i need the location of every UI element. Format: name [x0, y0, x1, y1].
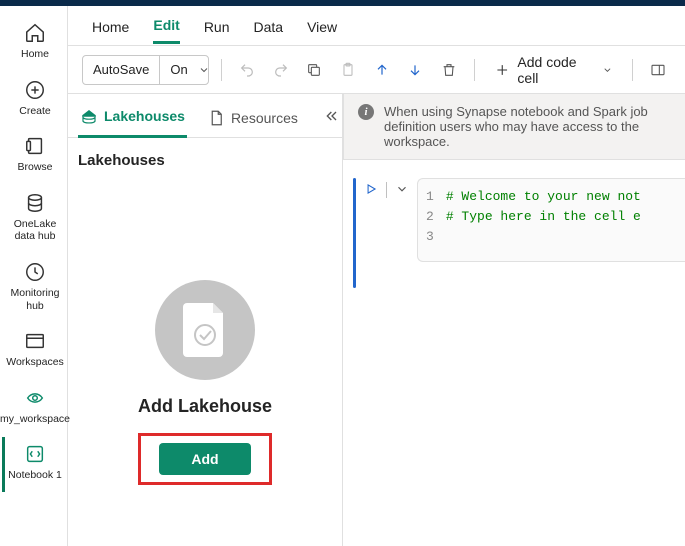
chevron-double-left-icon: [324, 108, 340, 124]
line-gutter: 123: [426, 187, 446, 253]
add-code-cell-button[interactable]: Add code cell: [487, 55, 620, 85]
plus-icon: [495, 62, 509, 78]
tab-data[interactable]: Data: [254, 19, 284, 43]
nav-my-workspace[interactable]: my_workspace: [2, 381, 66, 436]
autosave-label: AutoSave: [83, 62, 159, 77]
run-cell-button[interactable]: [364, 182, 378, 199]
info-banner-text: When using Synapse notebook and Spark jo…: [384, 104, 671, 149]
paste-button[interactable]: [335, 56, 361, 84]
plus-circle-icon: [24, 79, 46, 101]
code-cell[interactable]: 123 # Welcome to your new not# Type here…: [343, 160, 685, 288]
nav-monitoring[interactable]: Monitoring hub: [2, 255, 66, 322]
editor-pane: i When using Synapse notebook and Spark …: [343, 94, 685, 546]
add-lakehouse-button[interactable]: Add: [159, 443, 250, 475]
redo-icon: [273, 62, 289, 78]
nav-notebook[interactable]: Notebook 1: [2, 437, 66, 492]
nav-monitoring-label: Monitoring hub: [7, 287, 64, 312]
monitoring-icon: [24, 261, 46, 283]
empty-state: Add Lakehouse Add: [78, 229, 332, 536]
divider: [386, 182, 387, 198]
info-icon: i: [358, 104, 374, 120]
file-icon: [207, 109, 225, 127]
collapse-explorer-button[interactable]: [318, 102, 346, 133]
explorer-tab-lakehouses-label: Lakehouses: [104, 108, 185, 124]
toolbar: AutoSave On Add code cell: [68, 46, 685, 94]
redo-button[interactable]: [268, 56, 294, 84]
nav-onelake[interactable]: OneLake data hub: [2, 186, 66, 253]
paste-icon: [340, 62, 356, 78]
nav-workspaces-label: Workspaces: [6, 356, 64, 369]
document-check-icon: [183, 303, 227, 357]
autosave-control: AutoSave On: [82, 55, 209, 85]
cell-active-indicator: [353, 178, 356, 288]
workspaces-icon: [24, 330, 46, 352]
copy-icon: [306, 62, 322, 78]
browse-icon: [24, 135, 46, 157]
empty-title: Add Lakehouse: [138, 396, 272, 417]
nav-home[interactable]: Home: [2, 16, 66, 71]
play-icon: [364, 182, 378, 196]
movedown-button[interactable]: [403, 56, 429, 84]
nav-notebook-label: Notebook 1: [8, 469, 62, 482]
delete-button[interactable]: [436, 56, 462, 84]
tab-home[interactable]: Home: [92, 19, 129, 43]
nav-onelake-label: OneLake data hub: [7, 218, 64, 243]
code-content: # Welcome to your new not# Type here in …: [446, 187, 641, 253]
lakehouse-icon: [80, 107, 98, 125]
nav-browse[interactable]: Browse: [2, 129, 66, 184]
notebook-icon: [24, 443, 46, 465]
nav-my-workspace-label: my_workspace: [0, 413, 70, 426]
chevron-down-icon: [198, 64, 210, 76]
divider: [474, 59, 475, 81]
database-icon: [24, 192, 46, 214]
cell-menu-button[interactable]: [395, 182, 409, 199]
arrow-up-icon: [374, 62, 390, 78]
tab-view[interactable]: View: [307, 19, 337, 43]
chevron-down-icon: [602, 64, 613, 76]
my-workspace-icon: [24, 387, 46, 409]
explorer-heading: Lakehouses: [78, 152, 332, 169]
nav-create[interactable]: Create: [2, 73, 66, 128]
undo-button[interactable]: [234, 56, 260, 84]
nav-home-label: Home: [21, 48, 49, 61]
trash-icon: [441, 62, 457, 78]
nav-create-label: Create: [19, 105, 51, 118]
divider: [632, 59, 633, 81]
info-banner: i When using Synapse notebook and Spark …: [343, 94, 685, 160]
add-code-cell-label: Add code cell: [517, 54, 593, 86]
explorer-tabs: Lakehouses Resources: [68, 94, 342, 138]
code-editor[interactable]: 123 # Welcome to your new not# Type here…: [417, 178, 685, 262]
left-nav: Home Create Browse OneLake data hub Moni…: [0, 6, 68, 546]
arrow-down-icon: [407, 62, 423, 78]
nav-workspaces[interactable]: Workspaces: [2, 324, 66, 379]
divider: [221, 59, 222, 81]
copy-button[interactable]: [302, 56, 328, 84]
explorer-tab-resources-label: Resources: [231, 110, 298, 126]
panel-icon: [650, 62, 666, 78]
explorer-tab-lakehouses[interactable]: Lakehouses: [78, 97, 187, 138]
undo-icon: [239, 62, 255, 78]
chevron-down-icon: [395, 182, 409, 196]
autosave-value-text: On: [170, 62, 187, 77]
tab-edit[interactable]: Edit: [153, 17, 179, 44]
explorer-tab-resources[interactable]: Resources: [205, 99, 300, 137]
empty-illustration: [155, 280, 255, 380]
tab-run[interactable]: Run: [204, 19, 230, 43]
moveup-button[interactable]: [369, 56, 395, 84]
explorer-panel: Lakehouses Resources Lakehouses: [68, 94, 343, 546]
more-button[interactable]: [645, 56, 671, 84]
autosave-value[interactable]: On: [159, 56, 209, 84]
nav-browse-label: Browse: [17, 161, 52, 174]
home-icon: [24, 22, 46, 44]
tutorial-highlight: Add: [138, 433, 271, 485]
menubar: Home Edit Run Data View: [68, 6, 685, 46]
